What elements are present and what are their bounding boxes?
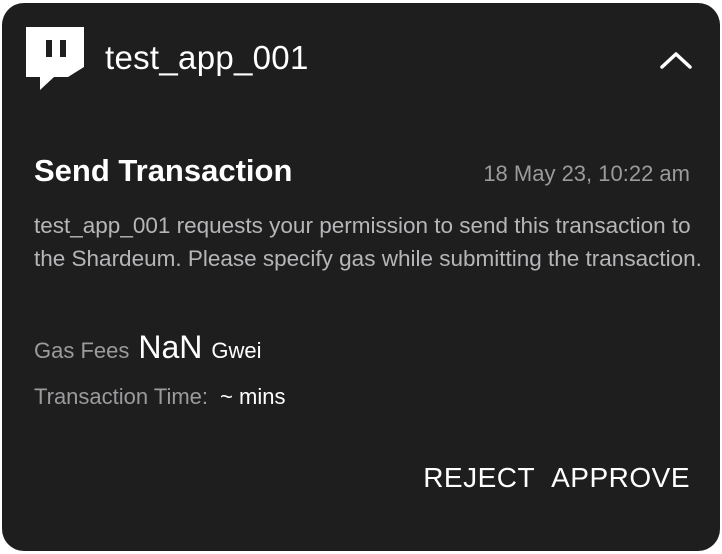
gas-fees-label: Gas Fees [34,338,130,363]
approve-button[interactable]: APPROVE [551,462,690,494]
collapse-button[interactable] [656,43,696,77]
transaction-time-label: Transaction Time: [34,384,209,409]
chevron-up-icon [660,52,692,69]
app-name: test_app_001 [105,39,309,76]
transaction-request-card: test_app_001 Send Transaction 18 May 23,… [2,3,720,551]
transaction-title: Send Transaction [34,153,293,188]
twitch-logo-icon [26,27,84,90]
transaction-time-row: Transaction Time: ~ mins [34,384,285,410]
transaction-timestamp: 18 May 23, 10:22 am [483,161,690,186]
card-header: test_app_001 [2,3,720,113]
gas-fees-unit: Gwei [211,338,262,363]
transaction-time-value: ~ mins [220,384,286,409]
gas-fees-row: Gas Fees NaN Gwei [34,329,262,366]
gas-fees-value: NaN [138,329,203,365]
reject-button[interactable]: REJECT [423,462,535,494]
permission-message: test_app_001 requests your permission to… [34,213,702,271]
action-buttons: REJECT APPROVE [423,462,690,494]
